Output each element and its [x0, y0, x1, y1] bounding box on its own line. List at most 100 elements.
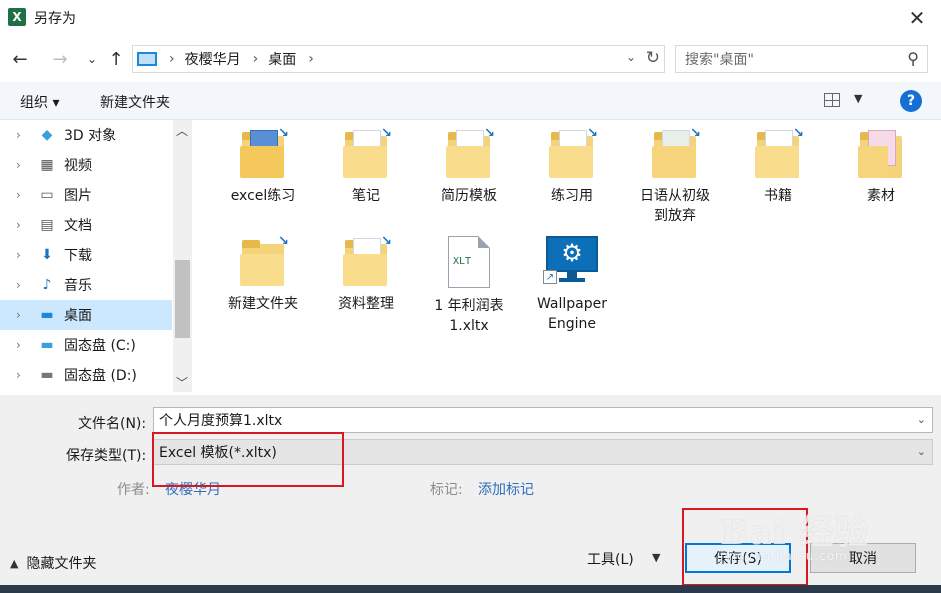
desktop-icon — [137, 52, 157, 66]
sidebar-item-label: 音乐 — [64, 278, 92, 294]
author-value[interactable]: 夜樱华月 — [165, 479, 221, 499]
refresh-icon[interactable]: ↻ — [646, 48, 660, 68]
sidebar-item-label: 固态盘 (D:) — [64, 368, 137, 384]
chevron-right-icon[interactable]: › — [16, 188, 28, 202]
sidebar-scrollbar[interactable]: ︿ ﹀ — [173, 120, 192, 392]
search-icon: ⚲ — [907, 49, 919, 68]
sidebar-item-3d-objects[interactable]: › ◆ 3D 对象 — [0, 120, 172, 150]
file-item-label: 练习用 — [551, 188, 593, 204]
file-item[interactable]: ↘ 资料整理 — [316, 228, 416, 314]
file-item-label: 1 年利润表1.xltx — [434, 298, 504, 334]
hide-folders-label: 隐藏文件夹 — [26, 556, 97, 572]
folder-icon: ↘ — [240, 234, 289, 286]
file-item[interactable]: ↘ 练习用 — [522, 120, 622, 206]
music-icon: ♪ — [42, 277, 52, 293]
taskbar-strip — [0, 585, 941, 593]
file-item-label: 新建文件夹 — [228, 296, 298, 312]
hide-folders-toggle[interactable]: ▲ 隐藏文件夹 — [10, 553, 96, 573]
filename-value: 个人月度预算1.xltx — [159, 413, 283, 429]
chevron-right-icon[interactable]: › — [16, 308, 28, 322]
search-placeholder: 搜索"桌面" — [685, 52, 754, 68]
dialog-title: 另存为 — [34, 11, 76, 27]
winrar-folder-icon: ↘ — [240, 126, 289, 178]
title-bar: X 另存为 ✕ — [0, 0, 941, 36]
file-item[interactable]: ↘ 简历模板 — [419, 120, 519, 206]
file-item[interactable]: ↘ 笔记 — [316, 120, 416, 206]
chevron-down-icon[interactable]: ⌄ — [626, 50, 636, 64]
back-button[interactable]: ← — [8, 46, 32, 72]
sidebar-item-label: 固态盘 (C:) — [64, 338, 136, 354]
chevron-down-icon: ⌄ — [86, 52, 98, 66]
breadcrumb-desktop[interactable]: 桌面 — [268, 49, 296, 69]
download-icon: ⬇ — [41, 247, 53, 263]
chevron-right-icon[interactable]: › — [16, 278, 28, 292]
chevron-down-icon[interactable]: ▼ — [854, 92, 862, 105]
sidebar-item-label: 下载 — [64, 248, 92, 264]
folder-icon: ↘ — [652, 126, 701, 178]
navigation-bar: ← → ⌄ ↑ › 夜樱华月 › 桌面 › ⌄ ↻ 搜索"桌面" ⚲ — [0, 42, 941, 76]
drive-d-icon: ▬ — [40, 367, 54, 383]
view-options-icon[interactable] — [824, 93, 840, 107]
drive-c-icon: ▬ — [40, 337, 54, 353]
help-icon[interactable]: ? — [900, 90, 922, 112]
add-tags-link[interactable]: 添加标记 — [478, 479, 534, 499]
file-item[interactable]: ↘ 书籍 — [728, 120, 828, 206]
breadcrumb-separator-icon: › — [308, 51, 314, 67]
xlt-file-icon: XLT — [448, 236, 490, 288]
sidebar-item-documents[interactable]: › ▤ 文档 — [0, 210, 172, 240]
new-folder-button[interactable]: 新建文件夹 — [100, 92, 170, 112]
forward-button[interactable]: → — [48, 46, 72, 72]
file-item[interactable]: 素材 — [831, 120, 931, 206]
up-button[interactable]: ↑ — [104, 46, 128, 72]
author-label: 作者: — [117, 482, 150, 498]
breadcrumb-user[interactable]: 夜樱华月 — [185, 49, 241, 69]
baidu-watermark: Bai 经验 jingyan.baidu.com — [720, 505, 920, 575]
desktop-icon: ▬ — [40, 307, 54, 323]
chevron-right-icon[interactable]: › — [16, 338, 28, 352]
address-bar[interactable]: › 夜樱华月 › 桌面 › ⌄ ↻ — [132, 45, 665, 73]
file-item[interactable]: ⚙ ↗ Wallpaper Engine — [522, 228, 622, 334]
filename-label: 文件名(N): — [78, 416, 147, 432]
file-item-label: excel练习 — [230, 188, 296, 204]
sidebar-item-label: 3D 对象 — [64, 128, 117, 144]
sidebar-item-downloads[interactable]: › ⬇ 下载 — [0, 240, 172, 270]
chevron-right-icon[interactable]: › — [16, 128, 28, 142]
chevron-up-icon: ▲ — [10, 556, 19, 570]
chevron-down-icon[interactable]: ▼ — [652, 551, 660, 564]
sidebar-item-pictures[interactable]: › ▭ 图片 — [0, 180, 172, 210]
tags-label: 标记: — [430, 482, 463, 498]
scrollbar-thumb[interactable] — [175, 260, 190, 338]
chevron-right-icon[interactable]: › — [16, 218, 28, 232]
pictures-icon: ▭ — [40, 187, 54, 203]
chevron-down-icon[interactable]: ﹀ — [176, 374, 188, 391]
file-item[interactable]: ↘ excel练习 — [213, 120, 313, 206]
sidebar-item-video[interactable]: › ▦ 视频 — [0, 150, 172, 180]
chevron-right-icon[interactable]: › — [16, 158, 28, 172]
sidebar-item-music[interactable]: › ♪ 音乐 — [0, 270, 172, 300]
search-input[interactable]: 搜索"桌面" ⚲ — [675, 45, 928, 73]
save-type-select[interactable]: Excel 模板(*.xltx) ⌄ — [153, 439, 933, 465]
chevron-right-icon[interactable]: › — [16, 248, 28, 262]
gear-icon: ⚙ — [561, 239, 583, 267]
chevron-up-icon[interactable]: ︿ — [176, 122, 188, 139]
file-item[interactable]: ↘ 日语从初级到放弃 — [625, 120, 725, 226]
chevron-right-icon[interactable]: › — [16, 368, 28, 382]
file-item-label: Wallpaper Engine — [536, 296, 608, 332]
recent-locations-button[interactable]: ⌄ — [80, 46, 104, 72]
save-as-dialog: X 另存为 ✕ ← → ⌄ ↑ › 夜樱华月 › 桌面 › ⌄ ↻ 搜索"桌面"… — [0, 0, 941, 593]
sidebar-item-drive-d[interactable]: › ▬ 固态盘 (D:) — [0, 360, 172, 390]
close-icon[interactable]: ✕ — [905, 4, 929, 32]
breadcrumb-separator-icon: › — [252, 51, 259, 67]
organize-button[interactable]: 组织 ▾ — [20, 92, 59, 112]
chevron-down-icon[interactable]: ⌄ — [917, 413, 926, 426]
filename-field[interactable]: 个人月度预算1.xltx ⌄ — [153, 407, 933, 433]
chevron-down-icon[interactable]: ⌄ — [917, 445, 926, 458]
tools-button[interactable]: 工具(L) — [587, 549, 634, 569]
file-item-label: 笔记 — [352, 188, 380, 204]
sidebar-item-label: 桌面 — [64, 308, 92, 324]
file-item[interactable]: XLT 1 年利润表1.xltx — [419, 228, 519, 336]
arrow-up-icon: ↑ — [108, 48, 124, 70]
file-item[interactable]: ↘ 新建文件夹 — [213, 228, 313, 314]
sidebar-item-drive-c[interactable]: › ▬ 固态盘 (C:) — [0, 330, 172, 360]
sidebar-item-desktop[interactable]: › ▬ 桌面 — [0, 300, 172, 330]
